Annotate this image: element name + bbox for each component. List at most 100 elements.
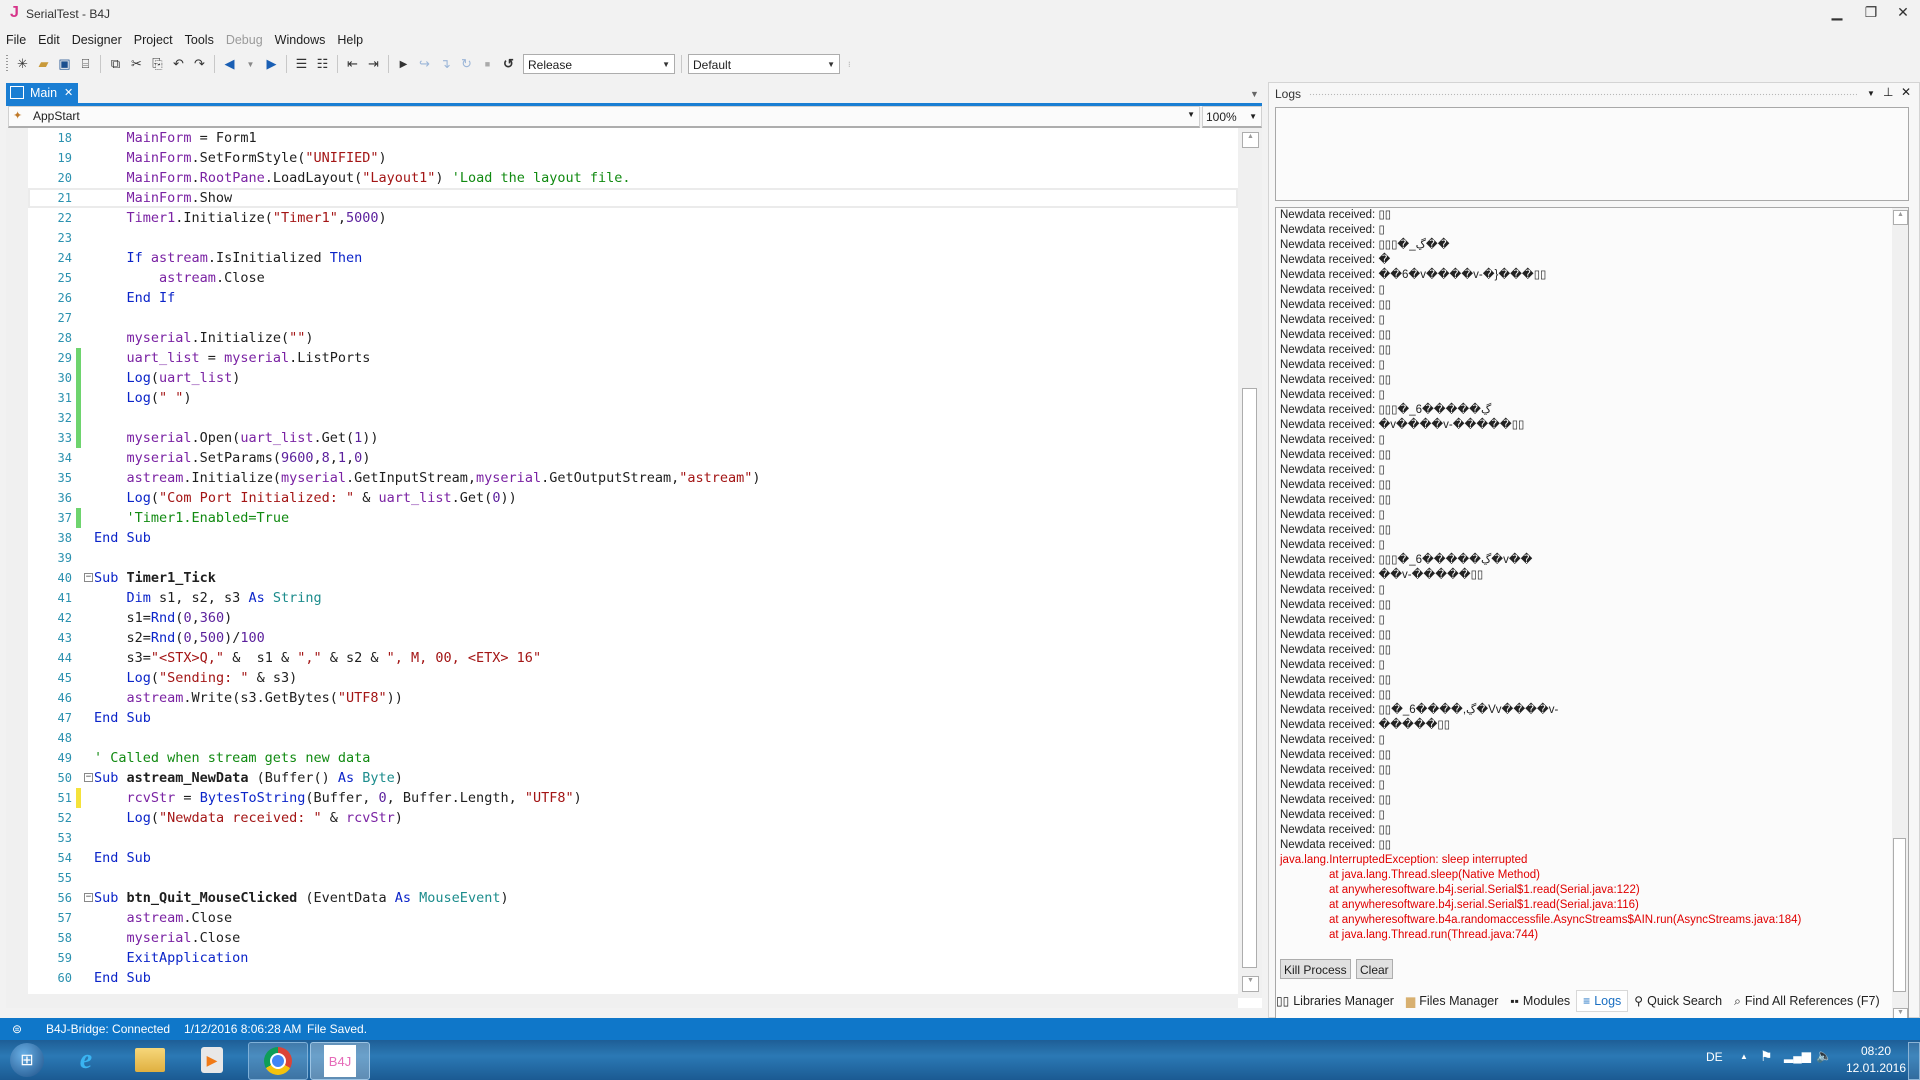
code-line[interactable]: 24 If astream.IsInitialized Then: [28, 248, 1238, 268]
save-all-icon[interactable]: ⌸: [77, 55, 95, 73]
indent-icon[interactable]: ⇥: [365, 55, 383, 73]
taskbar-media-player[interactable]: ▶: [190, 1042, 234, 1078]
redo-icon[interactable]: ↷: [191, 55, 209, 73]
fold-toggle-icon[interactable]: −: [84, 893, 93, 902]
menu-windows[interactable]: Windows: [269, 30, 332, 50]
code-line[interactable]: 58 myserial.Close: [28, 928, 1238, 948]
scroll-up-icon[interactable]: ▲: [1893, 210, 1908, 225]
code-line[interactable]: 45 Log("Sending: " & s3): [28, 668, 1238, 688]
editor-vertical-scrollbar[interactable]: ▲ ▼: [1238, 128, 1262, 998]
step-into-icon[interactable]: ↴: [437, 55, 455, 73]
code-line[interactable]: 42 s1=Rnd(0,360): [28, 608, 1238, 628]
menu-help[interactable]: Help: [331, 30, 369, 50]
code-editor[interactable]: 18 MainForm = Form1 19 MainForm.SetFormSt…: [6, 128, 1262, 1008]
save-icon[interactable]: ▣: [56, 55, 74, 73]
navigate-back-icon[interactable]: ◀: [221, 55, 239, 73]
code-line[interactable]: 30 Log(uart_list): [28, 368, 1238, 388]
code-line[interactable]: 29 uart_list = myserial.ListPorts: [28, 348, 1238, 368]
code-line[interactable]: 51 rcvStr = BytesToString(Buffer, 0, Buf…: [28, 788, 1238, 808]
tab-main[interactable]: Main ✕: [6, 83, 78, 103]
tab-find-all-references-f7[interactable]: ⌕ Find All References (F7): [1728, 991, 1886, 1011]
code-line[interactable]: 44 s3="<STX>Q," & s1 & "," & s2 & ", M, …: [28, 648, 1238, 668]
outdent-icon[interactable]: ⇤: [344, 55, 362, 73]
fold-toggle-icon[interactable]: −: [84, 573, 93, 582]
menu-designer[interactable]: Designer: [66, 30, 128, 50]
pin-icon[interactable]: ⊥: [1883, 85, 1893, 99]
code-line[interactable]: 25 astream.Close: [28, 268, 1238, 288]
panel-menu-icon[interactable]: ▼: [1867, 89, 1875, 98]
tab-libraries-manager[interactable]: ▯▯ Libraries Manager: [1270, 991, 1400, 1011]
code-line[interactable]: 28 myserial.Initialize(""): [28, 328, 1238, 348]
code-line[interactable]: 48: [28, 728, 1238, 748]
menu-debug[interactable]: Debug: [220, 30, 269, 50]
log-output[interactable]: Newdata received: ▯▯ Newdata received: ▯ N…: [1275, 207, 1909, 1027]
comment-icon[interactable]: ☰: [293, 55, 311, 73]
code-line[interactable]: 36 Log("Com Port Initialized: " & uart_l…: [28, 488, 1238, 508]
code-line[interactable]: 19 MainForm.SetFormStyle("UNIFIED"): [28, 148, 1238, 168]
code-line[interactable]: 41 Dim s1, s2, s3 As String: [28, 588, 1238, 608]
show-desktop-button[interactable]: [1908, 1042, 1920, 1080]
code-line[interactable]: 55: [28, 868, 1238, 888]
panel-close-icon[interactable]: ✕: [1901, 85, 1911, 99]
navigate-forward-icon[interactable]: ▶: [263, 55, 281, 73]
scroll-down-icon[interactable]: ▼: [1242, 976, 1259, 992]
taskbar-file-explorer[interactable]: [128, 1042, 172, 1078]
method-selector[interactable]: ✦ AppStart ▼: [8, 106, 1200, 128]
build-config-select[interactable]: Release ▼: [523, 54, 675, 74]
menu-tools[interactable]: Tools: [179, 30, 220, 50]
fold-toggle-icon[interactable]: −: [84, 773, 93, 782]
code-line[interactable]: 43 s2=Rnd(0,500)/100: [28, 628, 1238, 648]
code-line[interactable]: 34 myserial.SetParams(9600,8,1,0): [28, 448, 1238, 468]
log-scroll-thumb[interactable]: [1893, 838, 1906, 992]
build-target-select[interactable]: Default ▼: [688, 54, 840, 74]
code-line[interactable]: 52 Log("Newdata received: " & rcvStr): [28, 808, 1238, 828]
toolbar-overflow-icon[interactable]: ⁝: [848, 60, 851, 69]
minimize-button[interactable]: ▁: [1824, 4, 1850, 24]
action-center-flag-icon[interactable]: ⚑: [1760, 1048, 1773, 1065]
code-line[interactable]: 22 Timer1.Initialize("Timer1",5000): [28, 208, 1238, 228]
code-line[interactable]: 20 MainForm.RootPane.LoadLayout("Layout1…: [28, 168, 1238, 188]
code-line[interactable]: 37 'Timer1.Enabled=True: [28, 508, 1238, 528]
menu-project[interactable]: Project: [128, 30, 179, 50]
scroll-up-icon[interactable]: ▲: [1242, 132, 1259, 148]
code-line[interactable]: 54 End Sub: [28, 848, 1238, 868]
kill-process-button[interactable]: Kill Process: [1280, 959, 1351, 979]
tab-overflow-icon[interactable]: ▼: [1250, 89, 1259, 99]
code-line[interactable]: 26 End If: [28, 288, 1238, 308]
restore-button[interactable]: ❐: [1858, 4, 1884, 24]
code-line[interactable]: 35 astream.Initialize(myserial.GetInputS…: [28, 468, 1238, 488]
code-line[interactable]: 31 Log(" "): [28, 388, 1238, 408]
cut-icon[interactable]: ✂: [128, 55, 146, 73]
clock-time[interactable]: 08:20: [1856, 1044, 1896, 1058]
code-line[interactable]: 33 myserial.Open(uart_list.Get(1)): [28, 428, 1238, 448]
tab-close-icon[interactable]: ✕: [64, 83, 73, 103]
close-window-button[interactable]: ✕: [1890, 4, 1916, 24]
tab-logs[interactable]: ≡ Logs: [1576, 990, 1629, 1012]
code-lines[interactable]: 18 MainForm = Form1 19 MainForm.SetFormSt…: [28, 128, 1238, 988]
log-vertical-scrollbar[interactable]: ▲ ▼: [1892, 208, 1908, 1026]
code-line[interactable]: 23: [28, 228, 1238, 248]
tab-files-manager[interactable]: ▆ Files Manager: [1400, 991, 1504, 1011]
code-line[interactable]: 59 ExitApplication: [28, 948, 1238, 968]
new-file-icon[interactable]: ✳: [14, 55, 32, 73]
code-line[interactable]: 47 End Sub: [28, 708, 1238, 728]
clock-date[interactable]: 12.01.2016: [1840, 1061, 1912, 1075]
clear-logs-button[interactable]: Clear: [1356, 959, 1393, 979]
editor-scroll-thumb[interactable]: [1242, 388, 1257, 968]
panel-drag-handle[interactable]: [1309, 93, 1857, 97]
taskbar-internet-explorer[interactable]: e: [64, 1042, 108, 1078]
open-folder-icon[interactable]: ▰: [35, 55, 53, 73]
language-indicator[interactable]: DE: [1706, 1050, 1723, 1064]
copy-icon[interactable]: ⧉: [107, 55, 125, 73]
network-icon[interactable]: ▂▄▆: [1784, 1049, 1811, 1063]
code-line[interactable]: 18 MainForm = Form1: [28, 128, 1238, 148]
code-line[interactable]: 56 − Sub btn_Quit_MouseClicked (EventData …: [28, 888, 1238, 908]
taskbar-b4j[interactable]: B4J: [310, 1042, 370, 1080]
step-out-icon[interactable]: ↻: [458, 55, 476, 73]
tab-quick-search[interactable]: ⚲ Quick Search: [1628, 991, 1728, 1011]
navigate-dropdown-icon[interactable]: ▼: [242, 55, 260, 73]
restart-icon[interactable]: ↺: [500, 55, 518, 73]
show-hidden-icons[interactable]: ▲: [1740, 1052, 1748, 1061]
code-line[interactable]: 60 End Sub: [28, 968, 1238, 988]
run-icon[interactable]: ▶: [395, 55, 413, 73]
